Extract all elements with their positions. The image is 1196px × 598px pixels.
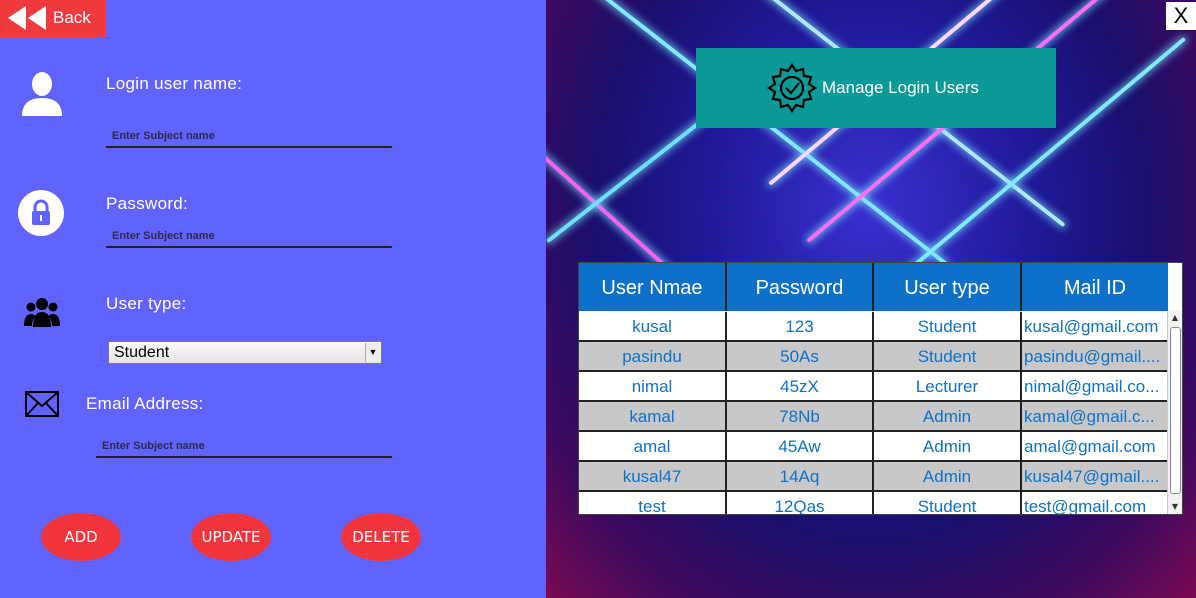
form-panel: Back Login user name: Password: User typ… (0, 0, 546, 598)
cell-username: kusal (579, 312, 727, 340)
cell-username: test (579, 492, 727, 514)
cell-usertype: Student (874, 312, 1022, 340)
column-header[interactable]: User Nmae (579, 263, 727, 311)
cell-password: 45Aw (727, 432, 874, 460)
group-icon (24, 298, 60, 327)
cell-mail: amal@gmail.com (1024, 437, 1156, 456)
cell-mail: kusal@gmail.com (1024, 317, 1159, 336)
table-header: User Nmae Password User type Mail ID (579, 263, 1168, 311)
password-label: Password: (106, 194, 189, 213)
cell-password: 78Nb (727, 402, 874, 430)
manage-header: Manage Login Users (696, 48, 1056, 128)
cell-username: amal (579, 432, 727, 460)
column-header[interactable]: Password (727, 263, 874, 311)
cell-usertype: Admin (874, 402, 1022, 430)
table-row[interactable]: kusal 123 Student kusal@gmail.com (579, 312, 1168, 342)
table-row[interactable]: test 12Qas Student test@gmail.com (579, 492, 1168, 515)
back-label: Back (53, 8, 91, 27)
update-button[interactable]: UPDATE (191, 513, 271, 561)
chevron-down-icon[interactable]: ▼ (365, 343, 380, 362)
username-label: Login user name: (106, 74, 243, 93)
cell-username: kamal (579, 402, 727, 430)
user-icon (22, 72, 62, 116)
table-row[interactable]: kamal 78Nb Admin kamal@gmail.c... (579, 402, 1168, 432)
username-input[interactable] (106, 124, 392, 148)
column-header[interactable]: Mail ID (1022, 263, 1168, 311)
cell-usertype: Student (874, 492, 1022, 514)
table-row[interactable]: kusal47 14Aq Admin kusal47@gmail.... (579, 462, 1168, 492)
cell-mail: pasindu@gmail.... (1024, 347, 1161, 366)
cell-password: 12Qas (727, 492, 874, 514)
cell-username: nimal (579, 372, 727, 400)
usertype-value: Student (114, 344, 170, 361)
cell-usertype: Admin (874, 462, 1022, 490)
password-input[interactable] (106, 224, 392, 248)
email-input[interactable] (96, 434, 392, 458)
cell-usertype: Lecturer (874, 372, 1022, 400)
cell-username: pasindu (579, 342, 727, 370)
add-button[interactable]: ADD (41, 513, 121, 561)
cell-password: 14Aq (727, 462, 874, 490)
cell-username: kusal47 (579, 462, 727, 490)
scroll-up-icon[interactable]: ▲ (1168, 311, 1182, 325)
cell-password: 50As (727, 342, 874, 370)
table-row[interactable]: pasindu 50As Student pasindu@gmail.... (579, 342, 1168, 372)
rewind-icon (8, 6, 46, 30)
lock-icon (18, 190, 64, 236)
neon-beam (583, 0, 949, 267)
back-button[interactable]: Back (0, 0, 106, 37)
manage-title: Manage Login Users (822, 78, 979, 97)
usertype-select[interactable]: Student ▼ (108, 341, 382, 364)
cell-mail: kusal47@gmail.... (1024, 467, 1160, 486)
cell-password: 45zX (727, 372, 874, 400)
scroll-down-icon[interactable]: ▼ (1168, 500, 1182, 514)
table-row[interactable]: amal 45Aw Admin amal@gmail.com (579, 432, 1168, 462)
mail-icon (25, 391, 59, 417)
cell-usertype: Student (874, 342, 1022, 370)
gear-check-icon (767, 63, 817, 113)
email-label: Email Address: (86, 394, 204, 413)
table-row[interactable]: nimal 45zX Lecturer nimal@gmail.co... (579, 372, 1168, 402)
cell-password: 123 (727, 312, 874, 340)
usertype-label: User type: (106, 294, 187, 313)
cell-mail: nimal@gmail.co... (1024, 377, 1160, 396)
users-table[interactable]: User Nmae Password User type Mail ID kus… (578, 262, 1183, 515)
delete-button[interactable]: DELETE (341, 513, 421, 561)
column-header[interactable]: User type (874, 263, 1022, 311)
scrollbar-thumb[interactable] (1170, 327, 1181, 494)
cell-mail: kamal@gmail.c... (1024, 407, 1155, 426)
table-scrollbar[interactable]: ▲ ▼ (1167, 311, 1182, 514)
cell-mail: test@gmail.com (1024, 497, 1147, 515)
cell-usertype: Admin (874, 432, 1022, 460)
close-button[interactable]: X (1166, 2, 1196, 30)
